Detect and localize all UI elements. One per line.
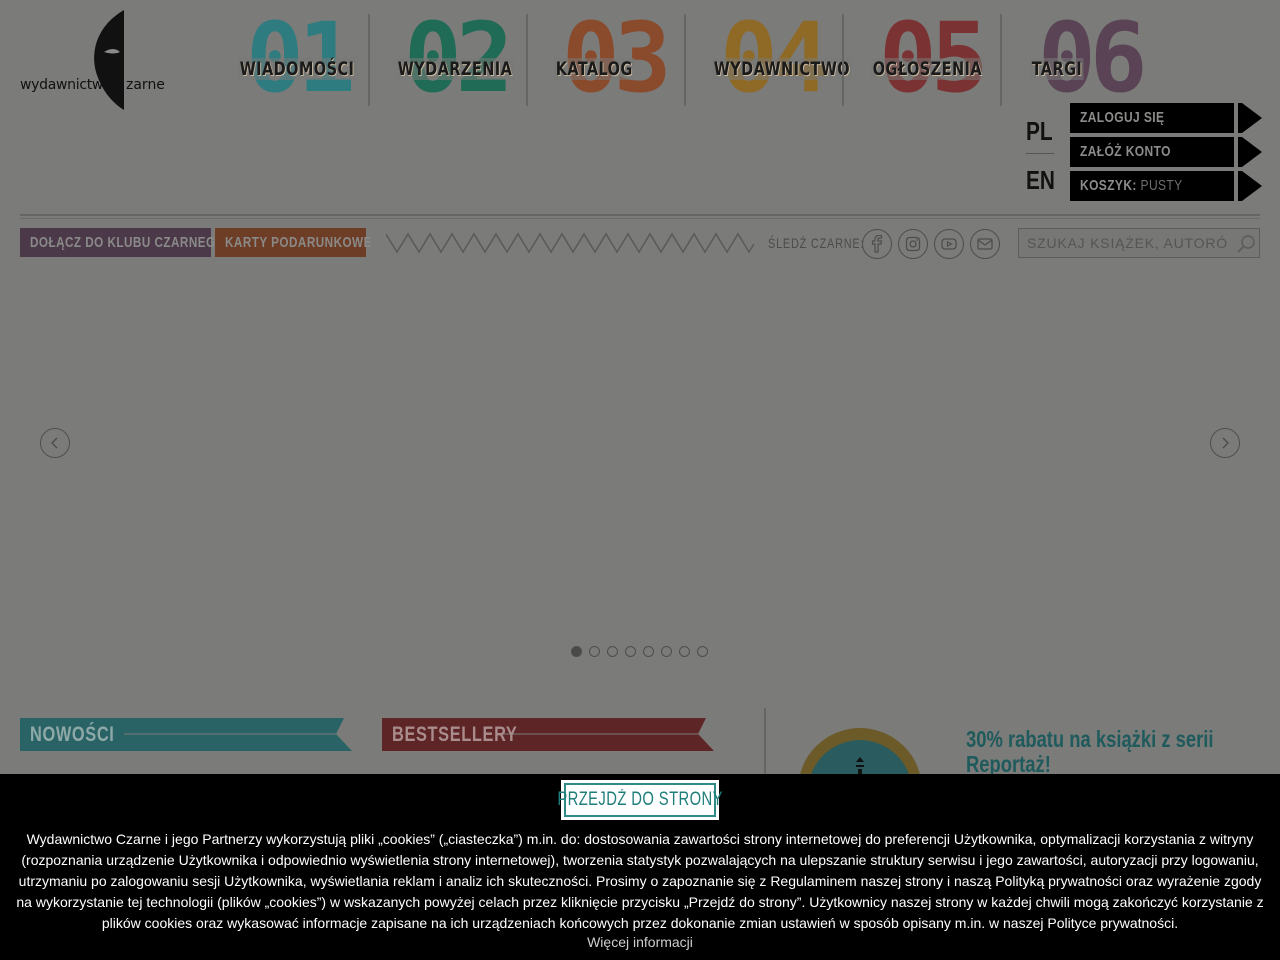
nav-divider [368,14,370,106]
column-divider [764,708,766,778]
zigzag-decoration [386,232,754,254]
slider-dot[interactable] [679,646,690,657]
header-divider-thin [20,218,1260,219]
slider-dot[interactable] [697,646,708,657]
new-books-title: NOWOŚCI [30,723,115,746]
go-to-site-label: PRZEJDŹ DO STRONY [557,789,723,810]
nav-label: WIADOMOŚCI [238,58,357,80]
new-books-banner[interactable]: NOWOŚCI [20,718,352,751]
chevron-left-icon [51,437,58,449]
nav-label: OGŁOSZENIA [871,58,984,80]
nav-label: KATALOG [554,58,635,80]
nav-item-news[interactable]: 01 WIADOMOŚCI [236,8,394,108]
nav-divider [684,14,686,106]
cart-label-text: KOSZYK: [1080,177,1137,194]
arrow-right-icon [1242,171,1262,201]
slider-dot[interactable] [643,646,654,657]
login-label: ZALOGUJ SIĘ [1080,109,1165,126]
nav-item-publisher[interactable]: 04 WYDAWNICTWO [710,8,868,108]
logo-text-right: zarne [126,77,165,93]
slider-dot[interactable] [607,646,618,657]
youtube-icon[interactable] [934,229,964,259]
nav-divider [526,14,528,106]
gift-cards-button[interactable]: KARTY PODARUNKOWE [215,228,371,257]
search-input[interactable] [1027,235,1227,251]
lang-en[interactable]: EN [1026,165,1055,196]
more-info-link[interactable]: Więcej informacji [0,934,1280,950]
cart-label: KOSZYK: PUSTY [1080,177,1183,194]
nav-item-fairs[interactable]: 06 TARGI [1028,8,1186,108]
join-club-button[interactable]: DOŁĄCZ DO KLUBU CZARNEGO [20,228,225,257]
chevron-right-icon [1222,437,1229,449]
logo-text: wydawnictwo [20,77,112,93]
nav-divider [1000,14,1002,106]
arrow-right-icon [1242,103,1262,133]
login-button[interactable]: ZALOGUJ SIĘ [1070,103,1262,133]
follow-label: ŚLEDŹ CZARNE: [768,235,865,251]
bestsellers-title: BESTSELLERY [392,723,518,746]
nav-divider [842,14,844,106]
logo-face-icon [94,10,124,110]
register-button[interactable]: ZAŁÓŻ KONTO [1070,137,1262,167]
slider-dot[interactable] [661,646,672,657]
cart-button[interactable]: KOSZYK: PUSTY [1070,171,1262,201]
search-box [1018,228,1260,258]
slider-dot[interactable] [571,646,582,657]
nav-item-catalog[interactable]: 03 KATALOG [552,8,710,108]
nav-label: TARGI [1030,58,1084,80]
slider-next-button[interactable] [1210,428,1240,458]
mail-icon[interactable] [970,229,1000,259]
instagram-icon[interactable] [898,229,928,259]
lang-divider [1026,153,1054,154]
nav-label: WYDARZENIA [396,58,514,80]
promo-line-1: 30% rabatu na książki z serii [966,726,1214,752]
nav-label: WYDAWNICTWO [712,58,852,80]
join-club-label: DOŁĄCZ DO KLUBU CZARNEGO [30,234,226,251]
slider-dot[interactable] [625,646,636,657]
page: wydawnictwo zarne 01 WIADOMOŚCI 02 WYDAR… [0,0,1280,960]
arrow-right-icon [1242,137,1262,167]
slider-dot[interactable] [589,646,600,657]
go-to-site-button[interactable]: PRZEJDŹ DO STRONY [557,780,722,820]
facebook-icon[interactable] [862,229,892,259]
slider-prev-button[interactable] [40,428,70,458]
bestsellers-banner[interactable]: BESTSELLERY [382,718,714,751]
header-divider [20,214,1260,216]
cart-value: PUSTY [1140,177,1183,194]
cookie-bar: PRZEJDŹ DO STRONY Wydawnictwo Czarne i j… [0,774,1280,960]
main-nav: 01 WIADOMOŚCI 02 WYDARZENIA 03 KATALOG 0… [236,8,1148,108]
search-icon[interactable] [1235,233,1257,255]
register-label: ZAŁÓŻ KONTO [1080,143,1171,160]
gift-cards-label: KARTY PODARUNKOWE [225,234,372,251]
nav-item-announcements[interactable]: 05 OGŁOSZENIA [869,8,1027,108]
logo[interactable]: wydawnictwo zarne [18,10,168,110]
nav-item-events[interactable]: 02 WYDARZENIA [394,8,552,108]
cookie-text: Wydawnictwo Czarne i jego Partnerzy wyko… [16,831,1264,931]
lang-pl[interactable]: PL [1026,116,1053,147]
promo-text[interactable]: 30% rabatu na książki z serii Reportaż! [966,727,1214,777]
